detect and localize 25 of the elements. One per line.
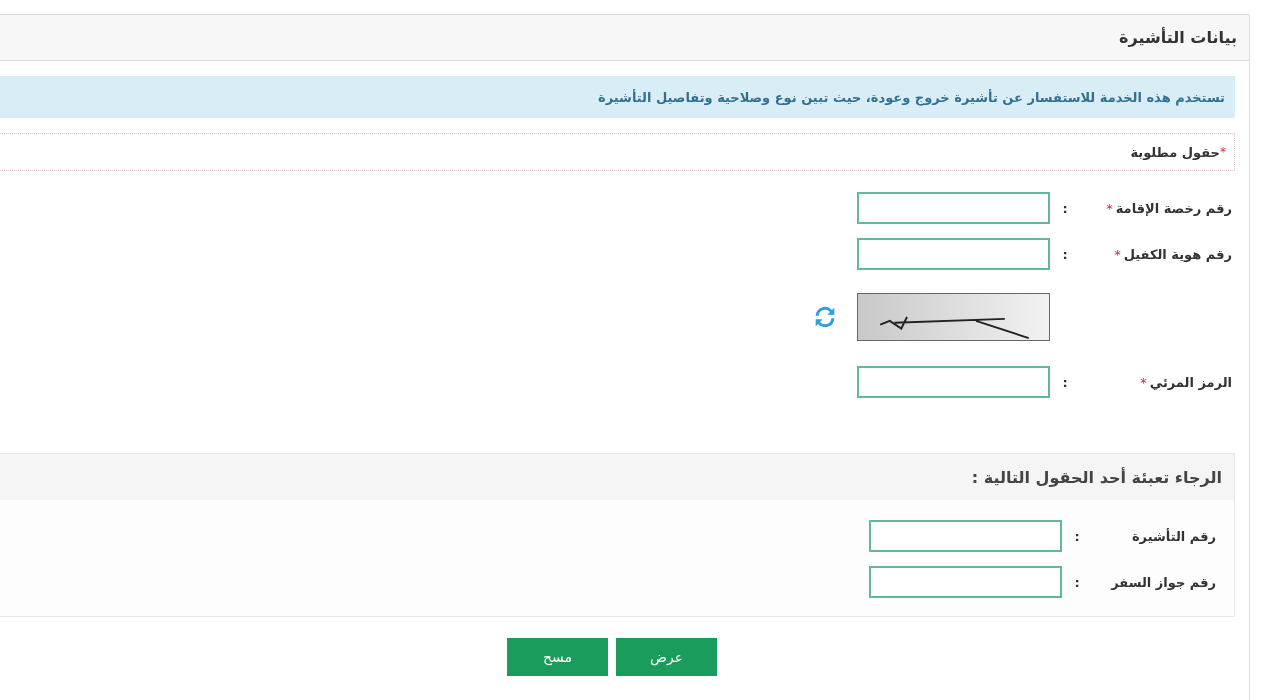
- field-label: رقم رخصة الإقامة: [1115, 200, 1232, 216]
- colon-separator: :: [1061, 374, 1069, 390]
- required-asterisk: *: [1220, 145, 1226, 159]
- field-label: رقم جواز السفر: [1111, 574, 1216, 590]
- required-asterisk: *: [1140, 374, 1147, 390]
- colon-separator: :: [1073, 574, 1081, 590]
- field-label: رقم هوية الكفيل: [1123, 246, 1232, 262]
- section-title: الرجاء تعبئة أحد الحقول التالية :: [971, 467, 1222, 487]
- colon-separator: :: [1061, 200, 1069, 216]
- input-field[interactable]: [869, 566, 1062, 598]
- colon-separator: :: [1073, 528, 1081, 544]
- input-field[interactable]: [857, 366, 1050, 398]
- colon-separator: :: [1061, 246, 1069, 262]
- required-asterisk: *: [1106, 200, 1113, 216]
- field-label: رقم التأشيرة: [1131, 528, 1216, 544]
- panel-title: بيانات التأشيرة: [1119, 28, 1237, 47]
- input-field[interactable]: [857, 192, 1050, 224]
- info-alert: تستخدم هذه الخدمة للاستفسار عن تأشيرة خروج وعودة، حيث تبين نوع وصلاحية وتفاصيل التأشيرة: [0, 76, 1235, 118]
- form-button[interactable]: عرض: [616, 638, 717, 676]
- required-note: حقول مطلوبة: [1130, 144, 1220, 160]
- input-field[interactable]: [869, 520, 1062, 552]
- form-button[interactable]: مسح: [507, 638, 608, 676]
- input-field[interactable]: [857, 238, 1050, 270]
- required-asterisk: *: [1114, 246, 1121, 262]
- field-label: الرمز المرئي: [1149, 374, 1232, 390]
